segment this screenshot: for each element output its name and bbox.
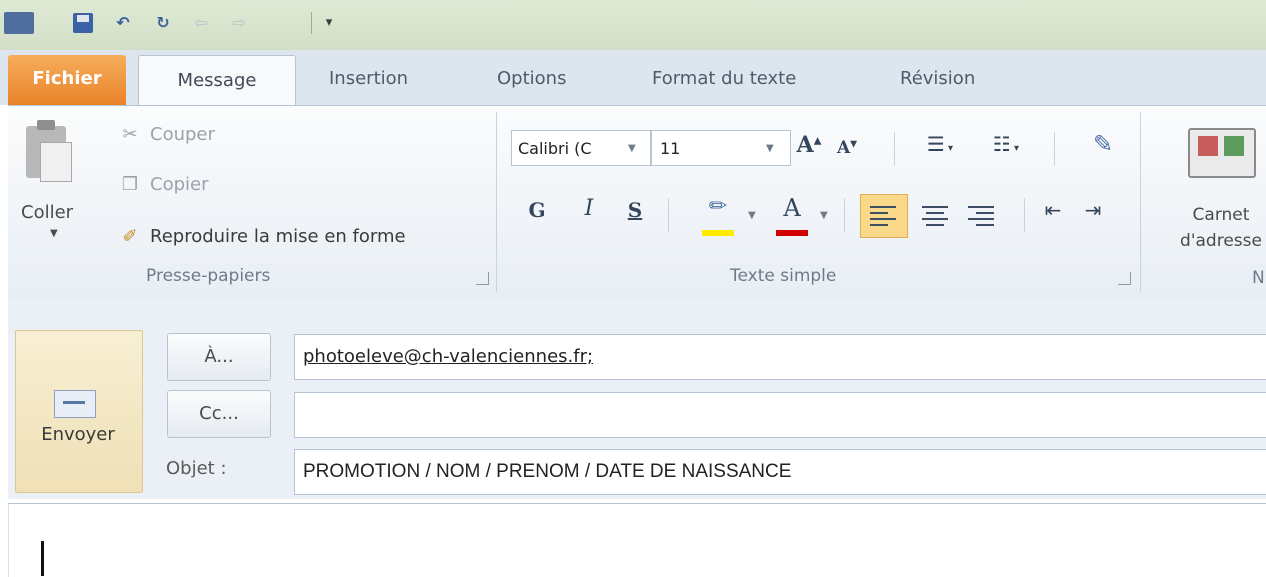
align-right-icon[interactable] <box>968 206 994 226</box>
to-recipient[interactable]: photoeleve@ch-valenciennes.fr; <box>303 346 593 367</box>
group-divider <box>496 112 497 292</box>
font-name-dropdown-icon[interactable]: ▼ <box>628 131 636 167</box>
shrink-font-icon[interactable]: A▼ <box>834 138 860 158</box>
toolbar-separator <box>1054 132 1055 166</box>
address-book-button[interactable]: Carnet d'adresse <box>1168 202 1266 254</box>
send-envelope-icon <box>48 390 106 428</box>
spelling-icon[interactable]: ✎ <box>1086 130 1120 158</box>
clipboard-launcher-icon[interactable] <box>476 272 489 285</box>
font-color-dropdown-icon[interactable]: ▼ <box>820 210 828 221</box>
paste-dropdown-icon[interactable]: ▼ <box>50 228 58 239</box>
address-book-label-line2: d'adresse <box>1180 231 1262 251</box>
basic-text-group-label: Texte simple <box>730 266 837 286</box>
undo-icon[interactable]: ↶ <box>112 12 134 34</box>
previous-item-icon[interactable]: ⇦ <box>190 12 212 34</box>
text-cursor <box>41 541 44 576</box>
tab-format-text[interactable]: Format du texte <box>652 50 796 105</box>
copy-label: Copier <box>150 174 209 195</box>
bullets-icon[interactable]: ☰ ▾ <box>910 132 970 156</box>
tab-insertion[interactable]: Insertion <box>329 50 408 105</box>
customize-toolbar-icon[interactable]: ▾ <box>318 12 340 34</box>
paste-button[interactable]: Coller <box>21 202 73 223</box>
align-center-icon[interactable] <box>922 206 948 226</box>
next-item-icon[interactable]: ⇨ <box>228 12 250 34</box>
font-size-value: 11 <box>660 139 681 158</box>
underline-button[interactable]: S <box>620 198 650 222</box>
toolbar-separator <box>844 198 845 232</box>
bold-button[interactable]: G <box>522 198 552 222</box>
increase-indent-icon[interactable]: ⇥ <box>1078 198 1108 222</box>
subject-field[interactable]: PROMOTION / NOM / PRENOM / DATE DE NAISS… <box>294 449 1266 495</box>
toolbar-separator <box>894 132 895 166</box>
font-color-bar <box>776 230 808 236</box>
address-book-label-line1: Carnet <box>1192 205 1250 225</box>
to-field[interactable]: photoeleve@ch-valenciennes.fr; <box>294 334 1266 380</box>
to-button[interactable]: À... <box>167 333 271 381</box>
italic-button[interactable]: I <box>574 196 604 221</box>
numbering-icon[interactable]: ☷ ▾ <box>976 132 1036 156</box>
toolbar-separator <box>311 12 312 34</box>
font-size-dropdown-icon[interactable]: ▼ <box>766 131 774 167</box>
redo-icon[interactable]: ↻ <box>152 12 174 34</box>
highlight-icon[interactable]: ✏ <box>698 194 738 219</box>
format-painter-button[interactable]: ✐ Reproduire la mise en forme <box>118 222 406 252</box>
group-divider <box>1140 112 1141 292</box>
scissors-icon: ✂ <box>122 124 138 145</box>
font-color-icon[interactable]: A <box>774 194 810 222</box>
tab-message[interactable]: Message <box>138 55 296 108</box>
cc-field[interactable] <box>294 392 1266 438</box>
tab-file[interactable]: Fichier <box>8 55 126 105</box>
toolbar-separator <box>668 198 669 232</box>
message-body[interactable] <box>8 503 1266 577</box>
subject-label: Objet : <box>166 458 227 479</box>
cc-button[interactable]: Cc... <box>167 390 271 438</box>
tab-options[interactable]: Options <box>497 50 566 105</box>
font-name-value: Calibri (C <box>518 139 592 158</box>
address-book-icon[interactable] <box>1188 128 1256 178</box>
basic-text-launcher-icon[interactable] <box>1118 272 1131 285</box>
tab-revision[interactable]: Révision <box>900 50 975 105</box>
copy-button[interactable]: ❐ Copier <box>118 170 209 200</box>
save-icon[interactable] <box>72 12 94 34</box>
font-size-select[interactable]: 11 ▼ <box>651 130 791 166</box>
highlight-color-bar <box>702 230 734 236</box>
names-group-label: N <box>1252 268 1265 288</box>
outlook-app-icon[interactable] <box>4 12 38 34</box>
highlight-dropdown-icon[interactable]: ▼ <box>748 210 756 221</box>
brush-icon: ✐ <box>122 226 138 247</box>
send-label: Envoyer <box>41 424 115 445</box>
format-painter-label: Reproduire la mise en forme <box>150 226 406 247</box>
grow-font-icon[interactable]: A▲ <box>794 132 824 158</box>
font-name-select[interactable]: Calibri (C ▼ <box>511 130 651 166</box>
paste-icon[interactable] <box>26 120 72 182</box>
ribbon-panel: Coller ▼ ✂ Couper ❐ Copier ✐ Reproduire la … <box>8 105 1266 300</box>
quick-access-toolbar: ↶ ↻ ⇦ ⇨ ▾ <box>0 0 1266 50</box>
toolbar-separator <box>1024 198 1025 232</box>
cut-button[interactable]: ✂ Couper <box>118 120 215 150</box>
decrease-indent-icon[interactable]: ⇤ <box>1038 198 1068 222</box>
copy-icon: ❐ <box>121 174 139 195</box>
ribbon-tabs: Fichier Message Insertion Options Format… <box>0 50 1266 108</box>
clipboard-group-label: Presse-papiers <box>146 266 271 286</box>
cut-label: Couper <box>150 124 215 145</box>
align-left-icon <box>870 206 896 226</box>
